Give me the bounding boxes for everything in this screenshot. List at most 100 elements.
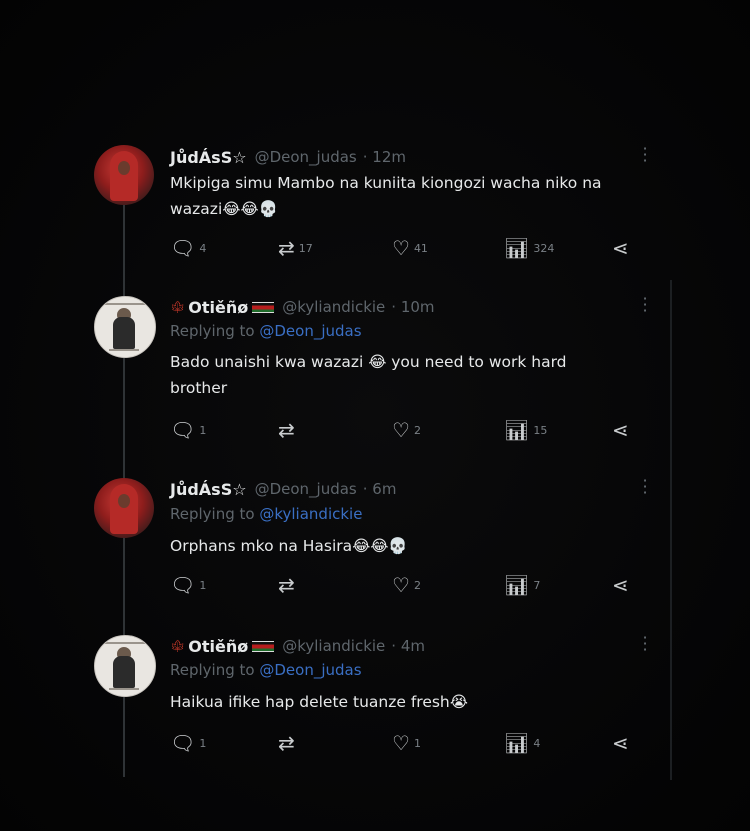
display-name[interactable]: Otiěñø [188, 637, 248, 656]
avatar[interactable] [94, 145, 154, 205]
like-button[interactable]: ♡ 2 [392, 573, 421, 597]
speech-bubble-icon: 🗨︎ [170, 731, 196, 755]
tweet-text: Bado unaishi kwa wazazi 😂 you need to wo… [170, 353, 567, 397]
timestamp[interactable]: · 6m [363, 480, 397, 498]
retweet-count: 17 [298, 241, 313, 255]
retweet-button[interactable]: ⇄ [278, 731, 299, 755]
retweet-icon: ⇄ [278, 236, 295, 260]
more-vertical-icon[interactable]: · · · [642, 473, 648, 501]
replying-to-label: Replying to [170, 661, 255, 679]
tweet-header: JůdÁsS☆ @Deon_judas · 12m [170, 146, 406, 168]
share-button[interactable]: ⋖ [612, 418, 633, 442]
bar-chart-icon: 📊︎ [504, 236, 530, 260]
avatar-face [118, 494, 130, 508]
tweet-text: Haikua ifike hap delete tuanze fresh😭 [170, 693, 468, 711]
tweet-actions: 🗨︎ 1 ⇄ ♡ 1 📊︎ 4 ⋖ [170, 731, 640, 755]
views-count: 4 [533, 736, 541, 750]
share-button[interactable]: ⋖ [612, 573, 633, 597]
timestamp[interactable]: · 4m [391, 637, 425, 655]
like-count: 41 [413, 241, 428, 255]
reply-button[interactable]: 🗨︎ 4 [170, 236, 206, 260]
avatar-face [118, 161, 130, 175]
bar-chart-icon: 📊︎ [504, 731, 530, 755]
like-count: 2 [413, 578, 421, 592]
side-divider [670, 280, 672, 780]
tweet-actions: 🗨︎ 1 ⇄ ♡ 2 📊︎ 15 ⋖ [170, 418, 640, 442]
tweet-header: 🍁︎ Otiěñø @kyliandickie · 10m [170, 296, 435, 318]
user-handle[interactable]: @Deon_judas [255, 148, 357, 166]
heart-icon: ♡ [392, 236, 410, 260]
share-icon: ⋖ [612, 731, 629, 755]
user-handle[interactable]: @Deon_judas [255, 480, 357, 498]
avatar-poster-text [109, 688, 139, 690]
retweet-button[interactable]: ⇄ [278, 418, 299, 442]
avatar[interactable] [94, 478, 154, 538]
avatar[interactable] [94, 635, 156, 697]
timestamp[interactable]: · 12m [363, 148, 406, 166]
heart-icon: ♡ [392, 418, 410, 442]
views-count: 7 [533, 578, 541, 592]
like-button[interactable]: ♡ 2 [392, 418, 421, 442]
avatar-figure [110, 151, 138, 201]
share-icon: ⋖ [612, 418, 629, 442]
replying-to-label: Replying to [170, 505, 255, 523]
user-handle[interactable]: @kyliandickie [282, 637, 385, 655]
reply-count: 1 [199, 423, 207, 437]
like-button[interactable]: ♡ 41 [392, 236, 428, 260]
avatar-poster-figure [113, 317, 135, 349]
views-button[interactable]: 📊︎ 4 [504, 731, 540, 755]
retweet-button[interactable]: ⇄ 17 [278, 236, 313, 260]
views-count: 15 [533, 423, 548, 437]
maple-leaf-icon: 🍁︎ [170, 300, 186, 314]
retweet-button[interactable]: ⇄ [278, 573, 299, 597]
more-vertical-icon[interactable]: · · · [642, 291, 648, 319]
replying-to: Replying to @Deon_judas [170, 661, 362, 679]
avatar[interactable] [94, 296, 156, 358]
tweet-header: JůdÁsS☆ @Deon_judas · 6m [170, 478, 396, 500]
replying-to-handle[interactable]: @Deon_judas [259, 661, 361, 679]
timestamp[interactable]: · 10m [391, 298, 434, 316]
share-button[interactable]: ⋖ [612, 731, 633, 755]
share-icon: ⋖ [612, 236, 629, 260]
heart-icon: ♡ [392, 573, 410, 597]
reply-button[interactable]: 🗨︎ 1 [170, 418, 206, 442]
kenya-flag-icon [252, 640, 275, 652]
tweet-actions: 🗨︎ 4 ⇄ 17 ♡ 41 📊︎ 324 ⋖ [170, 236, 640, 260]
more-vertical-icon[interactable]: · · · [642, 141, 648, 169]
avatar-figure [110, 484, 138, 534]
replying-to-handle[interactable]: @Deon_judas [259, 322, 361, 340]
more-vertical-icon[interactable]: · · · [642, 630, 648, 658]
reply-count: 4 [199, 241, 207, 255]
like-count: 1 [413, 736, 421, 750]
views-button[interactable]: 📊︎ 15 [504, 418, 547, 442]
avatar-poster-text [103, 303, 147, 305]
retweet-icon: ⇄ [278, 731, 295, 755]
kenya-flag-icon [252, 301, 275, 313]
user-handle[interactable]: @kyliandickie [282, 298, 385, 316]
reply-button[interactable]: 🗨︎ 1 [170, 573, 206, 597]
replying-to: Replying to @kyliandickie [170, 505, 362, 523]
bar-chart-icon: 📊︎ [504, 418, 530, 442]
reply-count: 1 [199, 578, 207, 592]
display-name[interactable]: Otiěñø [188, 298, 248, 317]
views-button[interactable]: 📊︎ 324 [504, 236, 554, 260]
display-name[interactable]: JůdÁsS☆ [170, 480, 247, 499]
replying-to-handle[interactable]: @kyliandickie [259, 505, 362, 523]
heart-icon: ♡ [392, 731, 410, 755]
share-button[interactable]: ⋖ [612, 236, 633, 260]
replying-to: Replying to @Deon_judas [170, 322, 362, 340]
reply-count: 1 [199, 736, 207, 750]
share-icon: ⋖ [612, 573, 629, 597]
like-button[interactable]: ♡ 1 [392, 731, 421, 755]
avatar-poster-text [103, 642, 147, 644]
tweet-text: Mkipiga simu Mambo na kuniita kiongozi w… [170, 174, 602, 218]
views-button[interactable]: 📊︎ 7 [504, 573, 540, 597]
maple-leaf-icon: 🍁︎ [170, 639, 186, 653]
avatar-poster-text [109, 349, 139, 351]
retweet-icon: ⇄ [278, 418, 295, 442]
retweet-icon: ⇄ [278, 573, 295, 597]
replying-to-label: Replying to [170, 322, 255, 340]
reply-button[interactable]: 🗨︎ 1 [170, 731, 206, 755]
display-name[interactable]: JůdÁsS☆ [170, 148, 247, 167]
avatar-poster-figure [113, 656, 135, 688]
